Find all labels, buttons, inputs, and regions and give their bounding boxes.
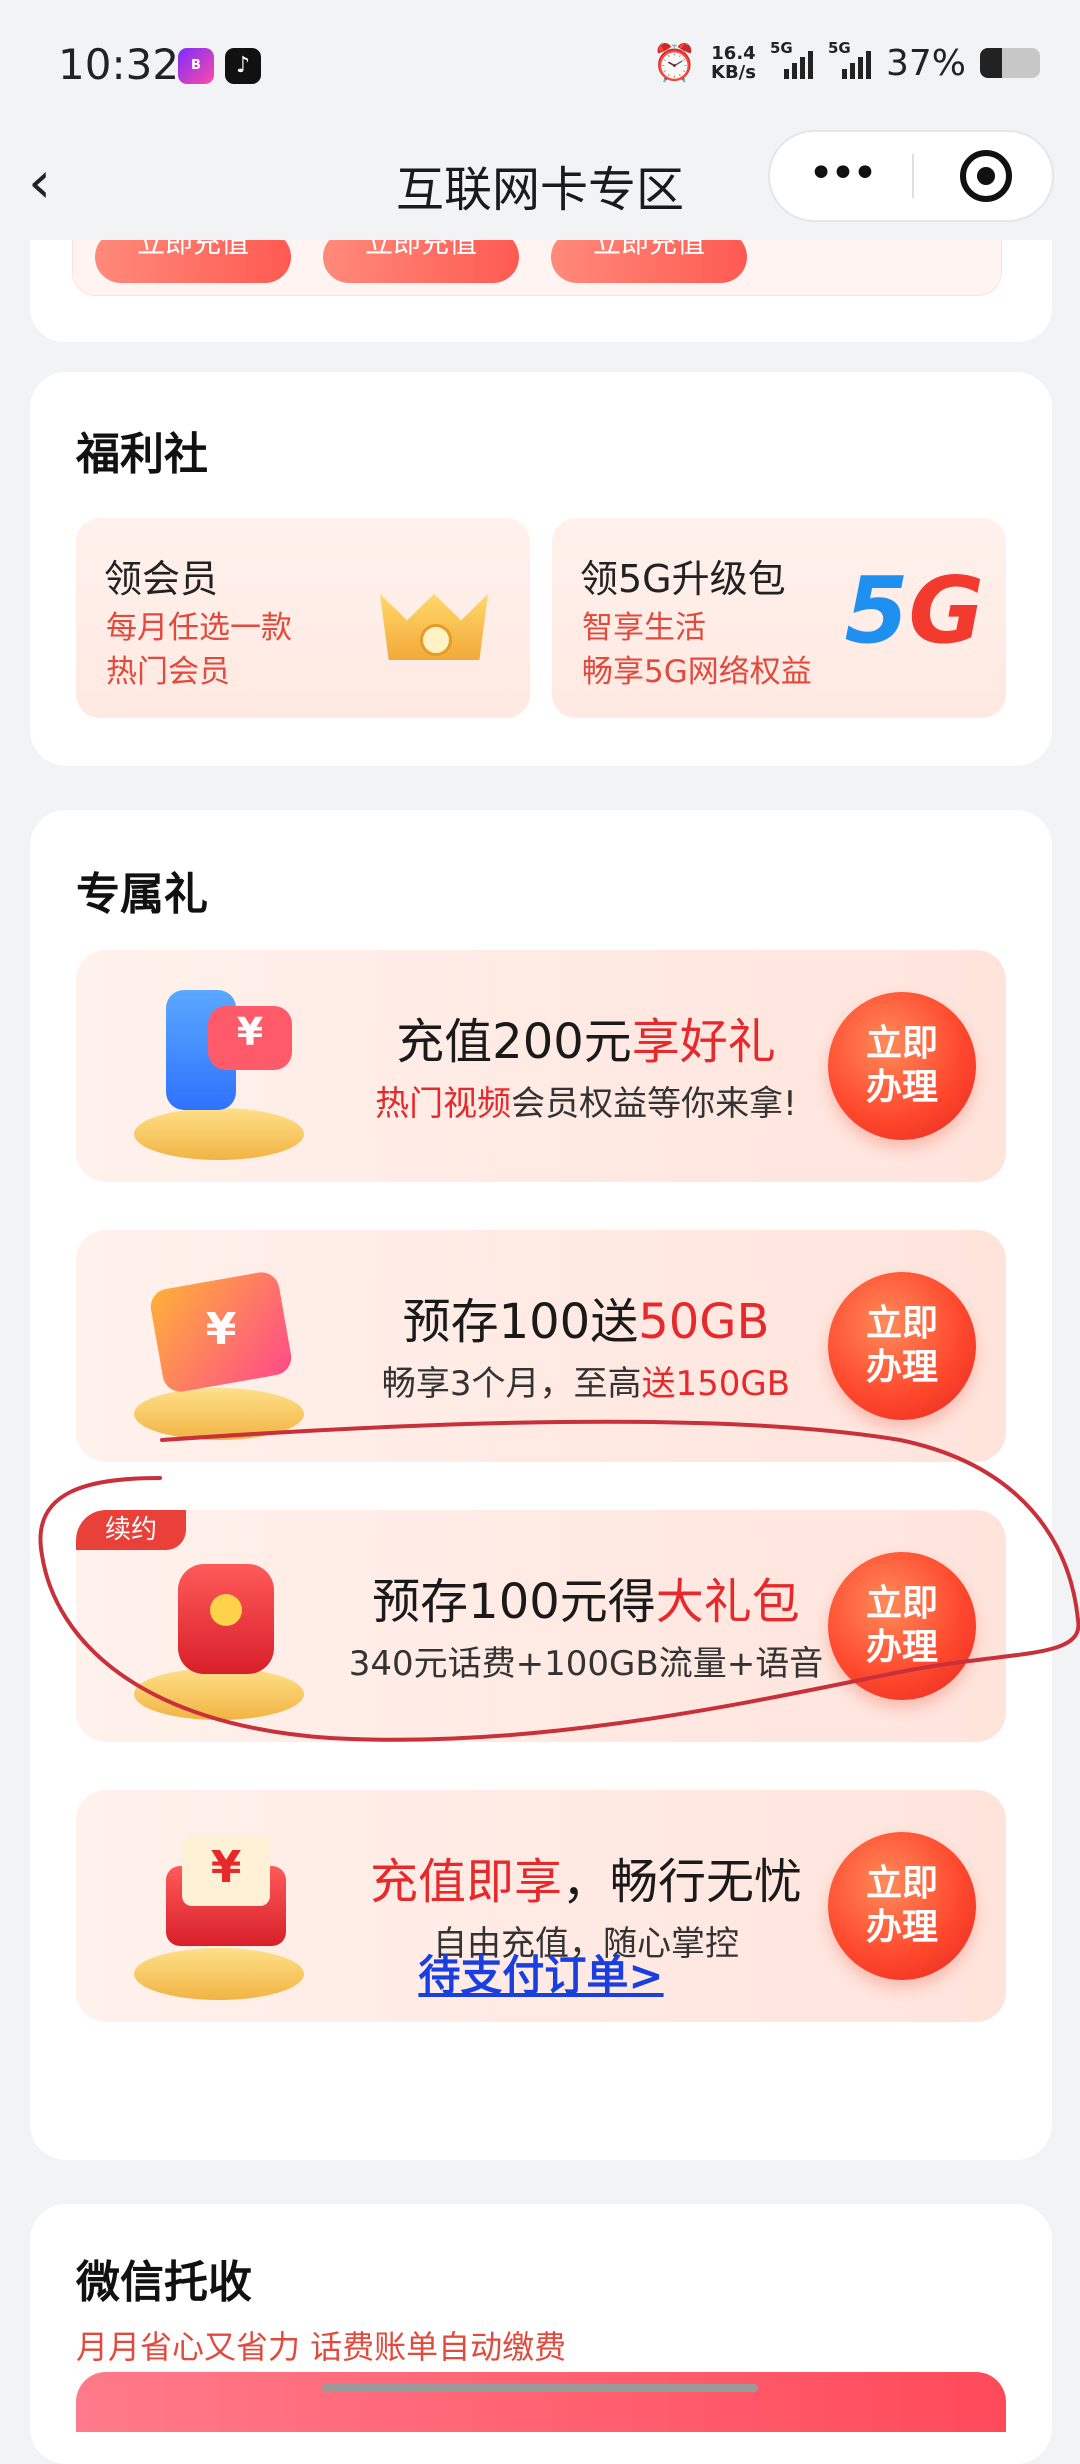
handle-now-label: 立即 办理 — [865, 1023, 938, 1108]
offer-card-prestore-50gb[interactable]: ¥ 预存100送50GB 畅享3个月，至高送150GB 立即 办理 — [76, 1230, 1006, 1462]
handle-now-button[interactable]: 立即 办理 — [828, 1552, 976, 1700]
mini-program-capsule: ••• — [768, 130, 1054, 222]
offer-title-b: 50GB — [638, 1294, 770, 1350]
status-indicators: ⏰ 16.4 KB/s 5G 5G 37% — [652, 38, 1040, 88]
signal-label-2: 5G — [827, 39, 851, 57]
offer-subtitle: 热门视频会员权益等你来拿! — [326, 1076, 846, 1125]
exclusive-title: 专属礼 — [76, 869, 208, 920]
wechat-title: 微信托收 — [76, 2257, 252, 2308]
offer-title-a: 预存100送 — [402, 1294, 639, 1350]
offer-title-b: 充值即享 — [369, 1854, 562, 1910]
offer-title-a: 充值200元 — [396, 1014, 632, 1070]
offer-subtitle: 畅享3个月，至高送150GB — [326, 1356, 846, 1405]
offer-subtitle-a: 340元话费+100GB流量+语音 — [348, 1644, 824, 1684]
offer-title: 预存100送50GB — [326, 1282, 846, 1352]
offer-title-b: 享好礼 — [631, 1014, 776, 1070]
offer-card-recharge-200[interactable]: ¥ 充值200元享好礼 热门视频会员权益等你来拿! 立即 办理 — [76, 950, 1006, 1182]
benefit-subtitle: 智享生活 畅享5G网络权益 — [582, 610, 812, 690]
offer-title: 充值即享，畅行无忧 — [326, 1842, 846, 1912]
signal-icon-2: 5G — [828, 39, 872, 79]
red-envelope-icon — [126, 1550, 306, 1720]
network-speed-value: 16.4 — [711, 43, 756, 64]
status-time: 10:32 — [58, 40, 180, 89]
offer-subtitle: 340元话费+100GB流量+语音 — [326, 1636, 846, 1685]
exclusive-card: 专属礼 ¥ 充值200元享好礼 热门视频会员权益等你来拿! 立即 办理 ¥ 预存… — [30, 810, 1052, 2160]
tiktok-icon: ♪ — [225, 48, 261, 84]
benefit-subtitle: 每月任选一款 热门会员 — [106, 610, 292, 690]
ticket-icon: ¥ — [126, 1269, 306, 1440]
renewal-tag: 续约 — [76, 1510, 186, 1550]
offer-card-renewal-gift[interactable]: 续约 预存100元得大礼包 340元话费+100GB流量+语音 立即 办理 — [76, 1510, 1006, 1742]
offer-title-b: 大礼包 — [655, 1574, 800, 1630]
pending-orders-link[interactable]: 待支付订单> — [30, 1942, 1052, 2003]
handle-now-label: 立即 办理 — [865, 1583, 938, 1668]
wechat-collection-card: 微信托收 月月省心又省力 话费账单自动缴费 — [30, 2204, 1052, 2464]
wechat-action-banner[interactable] — [76, 2372, 1006, 2432]
target-icon[interactable] — [960, 150, 1012, 202]
network-speed: 16.4 KB/s — [711, 44, 756, 82]
benefit-title: 领会员 — [104, 557, 219, 601]
network-speed-unit: KB/s — [711, 62, 756, 83]
battery-percent: 37% — [885, 42, 966, 84]
benefit-member[interactable]: 领会员 每月任选一款 热门会员 — [76, 518, 530, 718]
signal-label: 5G — [769, 39, 793, 57]
wechat-subtitle: 月月省心又省力 话费账单自动缴费 — [76, 2328, 567, 2366]
nav-bar: ‹ 互联网卡专区 ••• — [0, 130, 1080, 240]
offer-subtitle-b: 送150GB — [641, 1364, 791, 1404]
offer-subtitle-b: 会员权益等你来拿! — [511, 1084, 797, 1124]
welfare-title: 福利社 — [76, 429, 208, 480]
handle-now-label: 立即 办理 — [865, 1303, 938, 1388]
benefit-title: 领5G升级包 — [580, 557, 786, 601]
bank-app-icon: B — [178, 48, 214, 84]
home-indicator[interactable] — [322, 2384, 758, 2392]
signal-icon: 5G — [770, 39, 814, 79]
crown-icon — [374, 558, 494, 668]
handle-now-button[interactable]: 立即 办理 — [828, 1272, 976, 1420]
phone-yuan-icon: ¥ — [126, 990, 306, 1160]
status-bar: 10:32 B ♪ ⏰ 16.4 KB/s 5G 5G 37% — [0, 0, 1080, 130]
offer-title: 充值200元享好礼 — [326, 1002, 846, 1072]
welfare-card: 福利社 领会员 每月任选一款 热门会员 领5G升级包 智享生活 畅享5G网络权益… — [30, 372, 1052, 766]
handle-now-button[interactable]: 立即 办理 — [828, 992, 976, 1140]
offer-subtitle-a: 热门视频 — [375, 1084, 512, 1124]
5g-logo-icon: 5G — [844, 557, 984, 664]
battery-icon — [980, 48, 1040, 78]
offer-title-a: 预存100元得 — [372, 1574, 656, 1630]
offer-title-c: ，畅行无忧 — [562, 1854, 803, 1910]
more-dots-icon[interactable]: ••• — [770, 132, 912, 220]
alarm-icon: ⏰ — [652, 43, 698, 84]
benefit-5g[interactable]: 领5G升级包 智享生活 畅享5G网络权益 5G — [552, 518, 1006, 718]
handle-now-label: 立即 办理 — [865, 1863, 938, 1948]
capsule-divider — [912, 154, 914, 198]
offer-subtitle-a: 畅享3个月，至高 — [381, 1364, 642, 1404]
offer-title: 预存100元得大礼包 — [326, 1562, 846, 1632]
